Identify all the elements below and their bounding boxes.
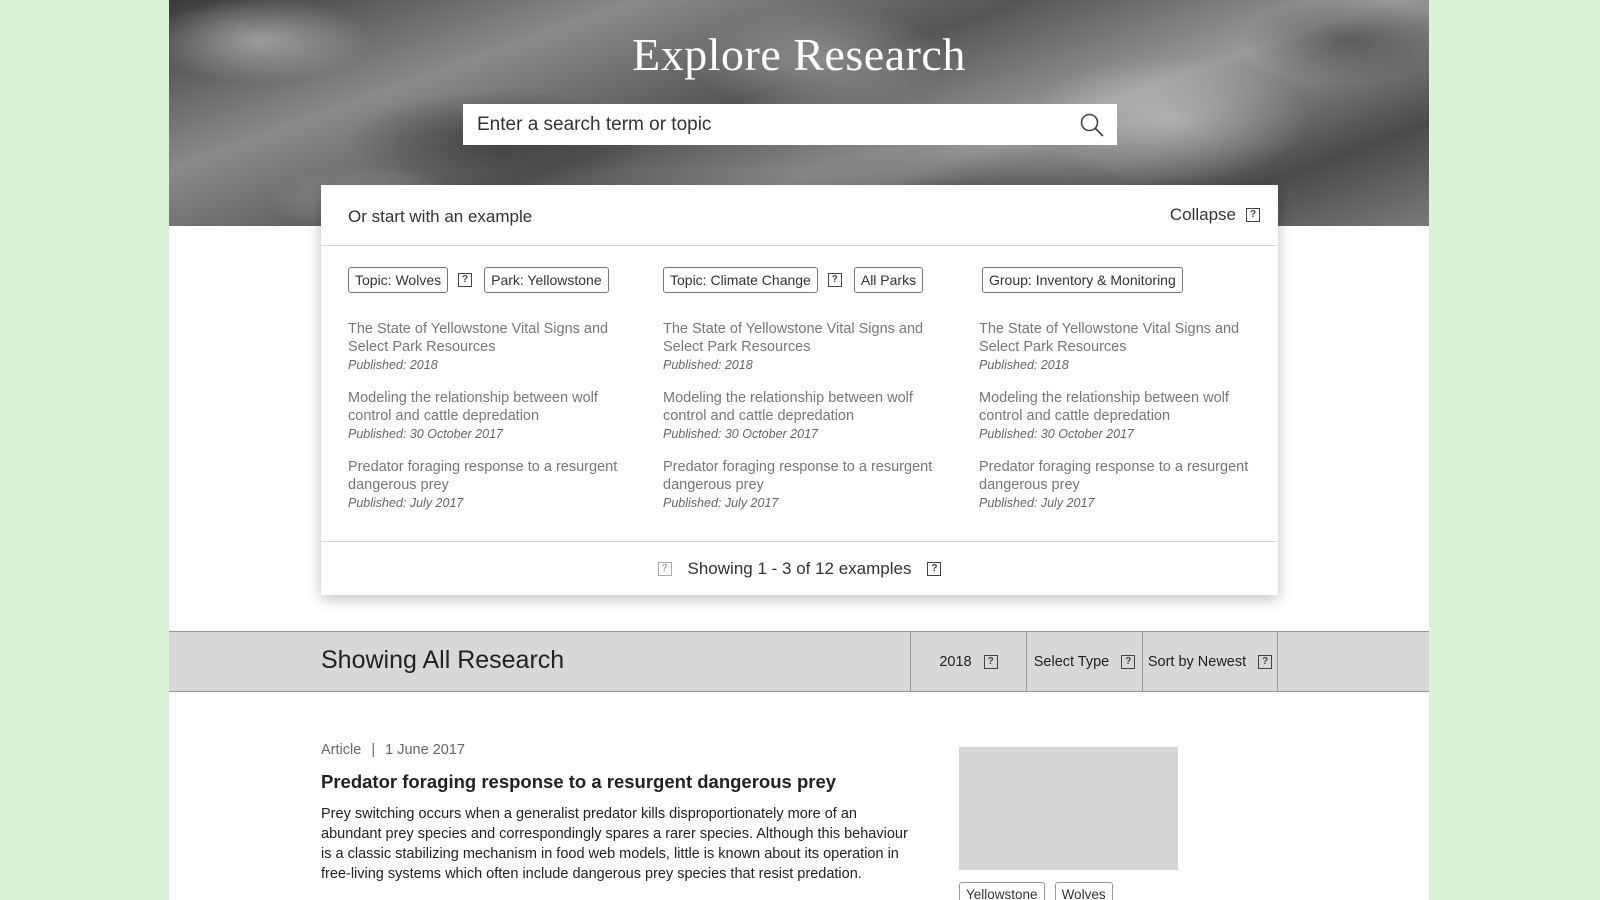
result-tags: Yellowstone Wolves <box>959 882 1113 900</box>
help-icon[interactable]: ? <box>458 273 473 287</box>
help-icon[interactable]: ? <box>983 654 998 669</box>
example-item[interactable]: Predator foraging response to a resurgen… <box>348 458 638 510</box>
example-item[interactable]: The State of Yellowstone Vital Signs and… <box>979 320 1269 372</box>
example-item-date: Published: 2018 <box>663 358 753 372</box>
results-title: Showing All Research <box>321 646 565 674</box>
tag-chip[interactable]: All Parks <box>853 267 924 293</box>
year-filter-label: 2018 <box>939 653 972 670</box>
collapse-button[interactable]: Collapse ? <box>1170 205 1260 225</box>
results-toolbar: Showing All Research 2018 ? Select Type … <box>169 631 1429 692</box>
example-item-title[interactable]: Predator foraging response to a resurgen… <box>348 458 638 494</box>
example-item-title[interactable]: Modeling the relationship between wolf c… <box>979 389 1269 425</box>
example-item-date: Published: July 2017 <box>663 496 779 510</box>
example-column: Topic: Wolves ? Park: Yellowstone The St… <box>348 267 638 527</box>
result-date: 1 June 2017 <box>385 742 465 758</box>
result-title[interactable]: Predator foraging response to a resurgen… <box>321 771 921 793</box>
example-item-date: Published: 2018 <box>979 358 1069 372</box>
example-item-title[interactable]: Predator foraging response to a resurgen… <box>979 458 1269 494</box>
tag-chip[interactable]: Group: Inventory & Monitoring <box>982 267 1183 293</box>
example-item[interactable]: Predator foraging response to a resurgen… <box>663 458 953 510</box>
example-item-date: Published: 30 October 2017 <box>663 427 818 441</box>
result-tag[interactable]: Wolves <box>1054 882 1113 900</box>
example-item[interactable]: Predator foraging response to a resurgen… <box>979 458 1269 510</box>
tag-chip[interactable]: Topic: Wolves <box>348 267 449 293</box>
example-item-title[interactable]: The State of Yellowstone Vital Signs and… <box>663 320 953 356</box>
example-item[interactable]: Modeling the relationship between wolf c… <box>979 389 1269 441</box>
result-meta: Article | 1 June 2017 <box>321 742 921 758</box>
example-tags: Group: Inventory & Monitoring <box>979 267 1269 293</box>
meta-separator: | <box>371 742 376 758</box>
examples-footer: ? Showing 1 - 3 of 12 examples ? <box>321 541 1278 595</box>
year-filter[interactable]: 2018 ? <box>910 632 1026 691</box>
examples-panel: Or start with an example Collapse ? Topi… <box>321 185 1278 595</box>
search-input[interactable] <box>463 104 1063 145</box>
tag-chip[interactable]: Park: Yellowstone <box>484 267 609 293</box>
help-icon[interactable]: ? <box>657 561 672 576</box>
example-tags: Topic: Wolves ? Park: Yellowstone <box>348 267 638 293</box>
result-card: Article | 1 June 2017 Predator foraging … <box>321 742 921 884</box>
example-item-title[interactable]: Modeling the relationship between wolf c… <box>348 389 638 425</box>
example-item-date: Published: 30 October 2017 <box>979 427 1134 441</box>
type-filter[interactable]: Select Type ? <box>1026 632 1142 691</box>
help-icon[interactable]: ? <box>1258 654 1273 669</box>
help-icon[interactable]: ? <box>1246 208 1260 222</box>
result-summary: Prey switching occurs when a generalist … <box>321 806 908 882</box>
tag-chip[interactable]: Topic: Climate Change <box>663 267 818 293</box>
example-item-date: Published: July 2017 <box>979 496 1095 510</box>
example-column: Topic: Climate Change ? All Parks The St… <box>663 267 953 527</box>
example-item[interactable]: The State of Yellowstone Vital Signs and… <box>348 320 638 372</box>
type-filter-label: Select Type <box>1033 653 1110 670</box>
help-icon[interactable]: ? <box>927 561 942 576</box>
example-item-title[interactable]: The State of Yellowstone Vital Signs and… <box>348 320 638 356</box>
page-title: Explore Research <box>632 29 966 80</box>
example-tags: Topic: Climate Change ? All Parks <box>663 267 953 293</box>
example-item[interactable]: Modeling the relationship between wolf c… <box>348 389 638 441</box>
example-column: Group: Inventory & Monitoring The State … <box>979 267 1269 527</box>
example-item-title[interactable]: Predator foraging response to a resurgen… <box>663 458 953 494</box>
example-item-date: Published: 2018 <box>348 358 438 372</box>
example-item[interactable]: The State of Yellowstone Vital Signs and… <box>663 320 953 372</box>
search-icon[interactable] <box>1079 112 1105 138</box>
examples-header-label: Or start with an example <box>348 207 533 226</box>
collapse-label: Collapse <box>1169 205 1236 224</box>
examples-header: Or start with an example Collapse ? <box>321 185 1278 246</box>
toolbar-divider <box>1277 632 1278 691</box>
example-item[interactable]: Modeling the relationship between wolf c… <box>663 389 953 441</box>
example-item-title[interactable]: The State of Yellowstone Vital Signs and… <box>979 320 1269 356</box>
search-box <box>463 104 1117 145</box>
example-item-date: Published: July 2017 <box>348 496 464 510</box>
sort-filter[interactable]: Sort by Newest ? <box>1142 632 1277 691</box>
examples-count: Showing 1 - 3 of 12 examples <box>687 558 912 578</box>
result-type: Article <box>321 742 362 758</box>
example-item-title[interactable]: Modeling the relationship between wolf c… <box>663 389 953 425</box>
help-icon[interactable]: ? <box>1121 654 1136 669</box>
result-tag[interactable]: Yellowstone <box>959 882 1045 900</box>
page: Explore Research Or start with an exampl… <box>169 0 1429 900</box>
result-thumbnail <box>959 747 1178 870</box>
help-icon[interactable]: ? <box>827 273 842 287</box>
example-item-date: Published: 30 October 2017 <box>348 427 503 441</box>
sort-filter-label: Sort by Newest <box>1147 653 1247 670</box>
